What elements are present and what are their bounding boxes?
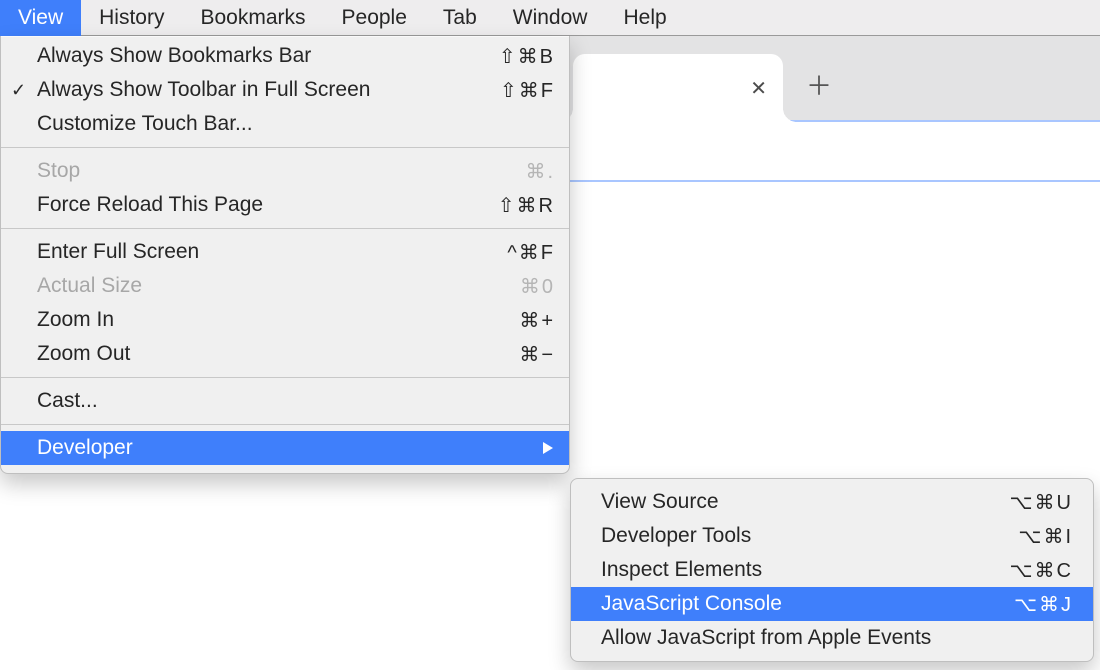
menu-label: Always Show Toolbar in Full Screen [37,78,500,102]
menubar-item-tab[interactable]: Tab [425,0,495,36]
menu-label: Zoom In [37,308,519,332]
menu-separator [1,147,569,148]
menu-label: Always Show Bookmarks Bar [37,44,499,68]
check-icon: ✓ [11,80,26,101]
menu-separator [1,424,569,425]
menu-item-customize-touch-bar[interactable]: Customize Touch Bar... [1,107,569,141]
menu-label: Developer Tools [601,524,1018,548]
menu-label: Customize Touch Bar... [37,112,555,136]
menu-separator [1,228,569,229]
menu-shortcut: ⌥⌘J [1014,592,1073,617]
submenu-item-javascript-console[interactable]: JavaScript Console ⌥⌘J [571,587,1093,621]
menu-label: Developer [37,436,555,460]
submenu-item-allow-js-apple-events[interactable]: Allow JavaScript from Apple Events [571,621,1093,655]
menu-label: JavaScript Console [601,592,1014,616]
menu-label: View Source [601,490,1010,514]
menu-label: Zoom Out [37,342,519,366]
menu-separator [1,377,569,378]
menubar-item-window[interactable]: Window [495,0,606,36]
menu-shortcut: ^⌘F [507,240,555,265]
new-tab-button[interactable]: ＋ [806,66,832,103]
menu-item-stop: Stop ⌘. [1,154,569,188]
menu-shortcut: ⌘− [519,342,555,367]
developer-submenu: View Source ⌥⌘U Developer Tools ⌥⌘I Insp… [570,478,1094,662]
menu-label: Allow JavaScript from Apple Events [601,626,1073,650]
menubar-item-history[interactable]: History [81,0,182,36]
menu-shortcut: ⌥⌘C [1010,558,1074,583]
menu-shortcut: ⇧⌘B [499,44,555,69]
close-tab-icon[interactable]: ✕ [750,76,767,101]
menu-shortcut: ⌥⌘U [1010,490,1074,515]
menu-shortcut: ⌘. [525,159,555,184]
menu-shortcut: ⇧⌘R [498,193,555,218]
menu-label: Actual Size [37,274,520,298]
menu-shortcut: ⌘0 [520,274,555,299]
menubar-item-people[interactable]: People [324,0,425,36]
menubar-item-bookmarks[interactable]: Bookmarks [182,0,323,36]
menubar-item-view[interactable]: View [0,0,81,36]
menu-item-zoom-in[interactable]: Zoom In ⌘+ [1,303,569,337]
menu-label: Inspect Elements [601,558,1010,582]
submenu-item-inspect-elements[interactable]: Inspect Elements ⌥⌘C [571,553,1093,587]
menu-label: Force Reload This Page [37,193,498,217]
submenu-arrow-icon [543,442,553,454]
menu-item-force-reload[interactable]: Force Reload This Page ⇧⌘R [1,188,569,222]
menu-item-enter-full-screen[interactable]: Enter Full Screen ^⌘F [1,235,569,269]
submenu-item-developer-tools[interactable]: Developer Tools ⌥⌘I [571,519,1093,553]
menu-item-actual-size: Actual Size ⌘0 [1,269,569,303]
menu-shortcut: ⌥⌘I [1018,524,1073,549]
menu-label: Stop [37,159,525,183]
menu-label: Cast... [37,389,555,413]
menu-item-zoom-out[interactable]: Zoom Out ⌘− [1,337,569,371]
menu-label: Enter Full Screen [37,240,507,264]
menubar-item-help[interactable]: Help [605,0,684,36]
menu-shortcut: ⇧⌘F [500,78,555,103]
menu-item-always-show-bookmarks-bar[interactable]: Always Show Bookmarks Bar ⇧⌘B [1,39,569,73]
menu-item-always-show-toolbar-fullscreen[interactable]: ✓ Always Show Toolbar in Full Screen ⇧⌘F [1,73,569,107]
menubar: View History Bookmarks People Tab Window… [0,0,1100,36]
menu-item-cast[interactable]: Cast... [1,384,569,418]
submenu-item-view-source[interactable]: View Source ⌥⌘U [571,485,1093,519]
view-menu: Always Show Bookmarks Bar ⇧⌘B ✓ Always S… [0,36,570,474]
menu-shortcut: ⌘+ [519,308,555,333]
browser-tab[interactable]: ✕ [573,54,783,122]
menu-item-developer[interactable]: Developer [1,431,569,465]
